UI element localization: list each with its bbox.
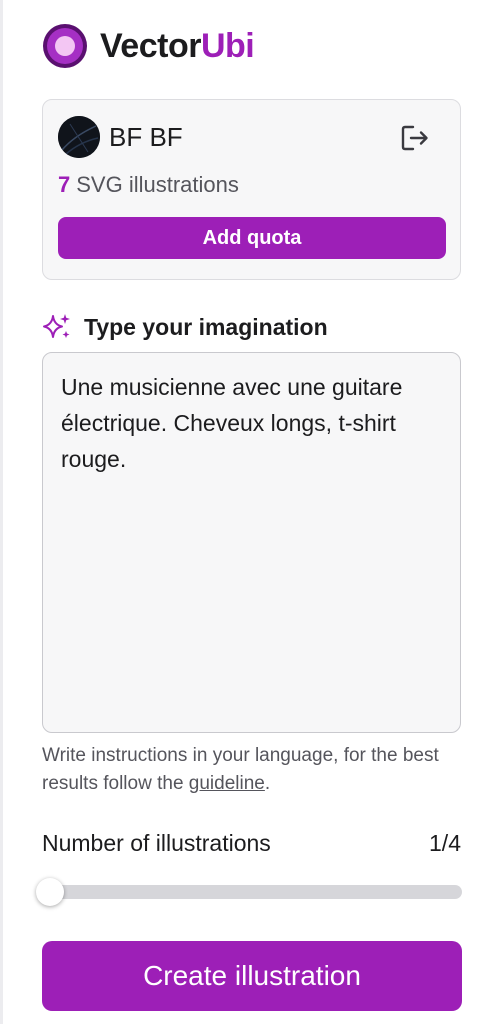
page-edge-divider — [0, 0, 3, 1024]
brand-mark-icon — [43, 24, 87, 68]
illustration-count-value: 1/4 — [429, 830, 461, 856]
credits-label: SVG illustrations — [76, 172, 239, 197]
prompt-textarea[interactable]: Une musicienne avec une guitare électriq… — [42, 352, 461, 733]
credits-count: 7 — [58, 172, 71, 197]
create-illustration-button[interactable]: Create illustration — [42, 941, 462, 1011]
brand-name-part2: Ubi — [200, 26, 255, 65]
logout-icon[interactable] — [400, 124, 430, 152]
prompt-hint: Write instructions in your language, for… — [42, 742, 462, 798]
brand-name: VectorUbi — [100, 26, 255, 66]
slider-track[interactable] — [42, 885, 462, 899]
avatar-image — [58, 116, 100, 158]
sparkles-icon — [43, 314, 70, 338]
slider-thumb[interactable] — [36, 878, 64, 906]
brand-name-part1: Vector — [100, 26, 201, 65]
guideline-link[interactable]: guideline — [189, 773, 265, 794]
user-name: BF BF — [109, 122, 183, 152]
credits-info: 7 SVG illustrations — [58, 172, 239, 198]
prompt-header: Type your imagination — [42, 312, 328, 342]
illustration-count-label: Number of illustrations — [42, 830, 271, 856]
account-card: BF BF 7 SVG illustrations Add quota — [42, 99, 461, 280]
illustration-count-slider[interactable] — [36, 878, 462, 906]
hint-text-end: . — [264, 773, 271, 794]
add-quota-button[interactable]: Add quota — [58, 217, 446, 259]
prompt-label: Type your imagination — [84, 313, 328, 340]
user-avatar — [58, 116, 100, 158]
brand-logo[interactable]: VectorUbi — [42, 22, 255, 70]
